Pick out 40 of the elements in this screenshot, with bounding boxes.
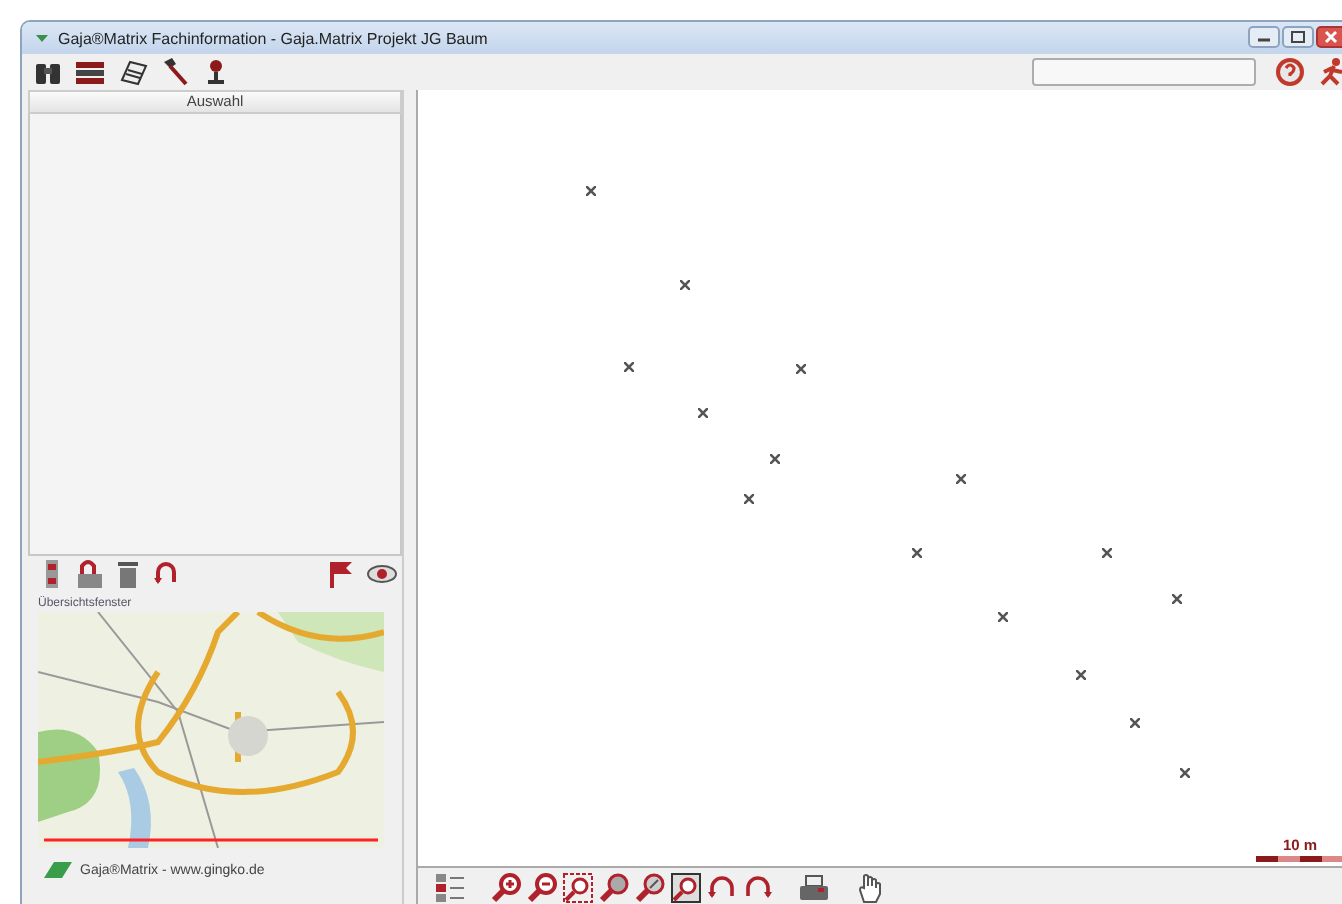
point-marker <box>1076 670 1086 680</box>
hand-icon[interactable] <box>854 871 886 903</box>
scale-bar <box>1256 856 1342 862</box>
lock-icon[interactable] <box>74 558 106 590</box>
point-marker <box>1102 548 1112 558</box>
point-marker <box>680 280 690 290</box>
point-marker <box>912 548 922 558</box>
window-title: Gaja®Matrix Fachinformation - Gaja.Matrix Projekt JG Baum <box>58 29 490 47</box>
point-marker <box>770 454 780 464</box>
search-field[interactable] <box>1032 58 1256 86</box>
point-marker <box>956 474 966 484</box>
zoom-in-icon[interactable] <box>490 871 522 903</box>
point-marker <box>1130 718 1140 728</box>
point-marker <box>998 612 1008 622</box>
help-icon[interactable] <box>1274 56 1306 88</box>
maximize-button[interactable] <box>1282 25 1314 47</box>
point-marker <box>624 362 634 372</box>
close-button[interactable] <box>1316 25 1342 47</box>
point-marker <box>1180 768 1190 778</box>
flag-icon[interactable] <box>326 558 358 590</box>
point-marker <box>1172 594 1182 604</box>
zoom-full-icon[interactable] <box>634 871 666 903</box>
point-marker <box>698 408 708 418</box>
stack-icon[interactable] <box>74 56 106 88</box>
legend-icon[interactable] <box>434 871 466 903</box>
point-marker <box>586 186 596 196</box>
rotate-left-icon[interactable] <box>706 871 738 903</box>
point-marker <box>744 494 754 504</box>
minimize-button[interactable] <box>1248 25 1280 47</box>
zoom-point-icon[interactable] <box>598 871 630 903</box>
rotate-right-icon[interactable] <box>742 871 774 903</box>
zoom-box-icon[interactable] <box>562 871 594 903</box>
zoom-out-icon[interactable] <box>526 871 558 903</box>
running-figure-icon[interactable] <box>1316 56 1342 88</box>
point-marker <box>796 364 806 374</box>
zoom-selection-icon[interactable] <box>670 871 702 903</box>
notebook-icon[interactable] <box>116 56 148 88</box>
logo-icon <box>44 860 72 880</box>
print-icon[interactable] <box>798 871 830 903</box>
trash-icon[interactable] <box>114 558 142 590</box>
